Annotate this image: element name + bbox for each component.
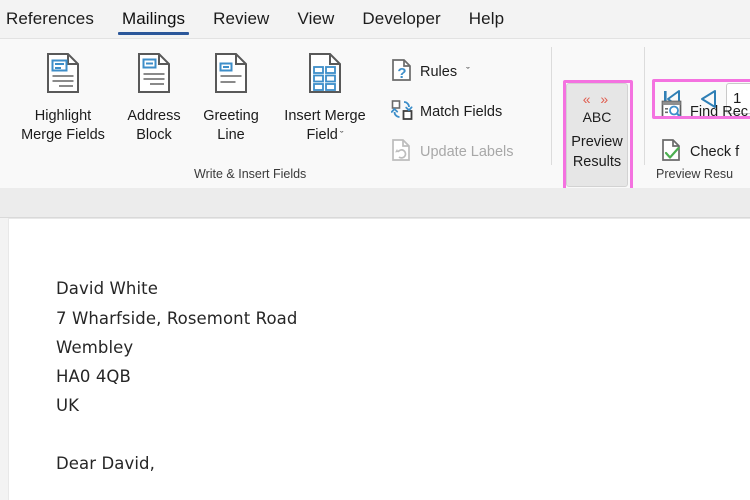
tab-view[interactable]: View xyxy=(283,0,348,38)
check-for-errors-button[interactable]: Check f xyxy=(656,135,744,169)
button-label-line2: Merge Fields xyxy=(21,127,105,144)
button-label-line1: Insert Merge xyxy=(284,107,366,124)
word-window: References Mailings Review View Develope… xyxy=(0,0,750,500)
tab-label: Mailings xyxy=(121,9,186,28)
preview-results-abc-icon: « » ABC xyxy=(583,92,612,125)
check-for-errors-label: Check f xyxy=(690,144,740,160)
group-label-write-insert-fields: Write & Insert Fields xyxy=(194,167,307,181)
check-for-errors-icon xyxy=(661,138,683,166)
tab-label: Help xyxy=(468,9,505,28)
ribbon-group-separator xyxy=(551,47,552,165)
tab-developer[interactable]: Developer xyxy=(348,0,454,38)
svg-text:?: ? xyxy=(397,65,406,82)
tab-label: View xyxy=(297,9,335,28)
preview-results-button[interactable]: « » ABC Preview Results xyxy=(566,83,628,187)
update-labels-label: Update Labels xyxy=(420,144,514,160)
insert-merge-field-button[interactable]: Insert Merge Field ˇ xyxy=(269,45,381,147)
address-block-button[interactable]: Address Block xyxy=(115,45,193,147)
rules-button[interactable]: ? Rules ˇ xyxy=(386,55,475,89)
button-label-line2: Results xyxy=(572,153,622,170)
chevron-down-icon[interactable]: ˇ xyxy=(466,66,470,78)
merge-arrows-icon: « » xyxy=(582,91,612,107)
address-block-icon xyxy=(136,52,172,101)
insert-merge-field-icon xyxy=(307,52,343,101)
rules-icon: ? xyxy=(391,58,413,86)
document-line-address-street: 7 Wharfside, Rosemont Road xyxy=(56,309,298,328)
tab-label: Review xyxy=(213,9,270,28)
highlight-merge-fields-icon xyxy=(45,52,81,101)
button-label-line2: Line xyxy=(217,127,245,144)
button-label-line2: Field xyxy=(306,127,338,144)
group-label-preview-results: Preview Resu xyxy=(656,167,734,181)
button-label-line1: Address xyxy=(127,107,181,124)
document-line-address-country: UK xyxy=(56,396,80,415)
tab-label: Developer xyxy=(362,9,441,28)
match-fields-icon xyxy=(390,98,413,126)
button-label-line1: Highlight xyxy=(34,107,92,124)
chevron-down-icon[interactable]: ˇ xyxy=(340,130,344,142)
update-labels-icon xyxy=(391,138,413,166)
ribbon-tab-strip: References Mailings Review View Develope… xyxy=(0,0,750,38)
document-line-address-postcode: HA0 4QB xyxy=(56,367,131,386)
button-label-line2-wrap: Field ˇ xyxy=(306,126,343,146)
tab-label: References xyxy=(6,9,94,28)
find-recipient-icon xyxy=(661,98,683,126)
rules-label: Rules xyxy=(420,64,458,80)
button-label-line1: Greeting xyxy=(203,107,259,124)
document-line-greeting: Dear David, xyxy=(56,454,155,473)
ribbon: Highlight Merge Fields Address Block Gre… xyxy=(0,38,750,191)
document-line-recipient-name: David White xyxy=(56,279,158,298)
document-page[interactable]: David White 7 Wharfside, Rosemont Road W… xyxy=(8,218,750,500)
highlight-merge-fields-button[interactable]: Highlight Merge Fields xyxy=(14,45,112,147)
tab-mailings[interactable]: Mailings xyxy=(108,0,199,38)
find-recipient-button[interactable]: Find Rec xyxy=(656,95,750,129)
greeting-line-icon xyxy=(213,52,249,101)
greeting-line-button[interactable]: Greeting Line xyxy=(191,45,271,147)
find-recipient-label: Find Rec xyxy=(690,104,749,120)
tab-review[interactable]: Review xyxy=(199,0,283,38)
tab-help[interactable]: Help xyxy=(455,0,518,38)
match-fields-label: Match Fields xyxy=(420,104,503,120)
tab-references[interactable]: References xyxy=(0,0,108,38)
update-labels-button: Update Labels xyxy=(386,135,519,169)
button-label-line2: Block xyxy=(136,127,172,144)
document-line-address-city: Wembley xyxy=(56,338,134,357)
abc-label: ABC xyxy=(582,108,612,125)
button-label-line1: Preview xyxy=(571,134,623,151)
ribbon-inner-separator xyxy=(644,47,645,165)
active-tab-indicator xyxy=(117,32,190,35)
document-gap xyxy=(0,188,750,218)
match-fields-button[interactable]: Match Fields xyxy=(386,95,507,129)
